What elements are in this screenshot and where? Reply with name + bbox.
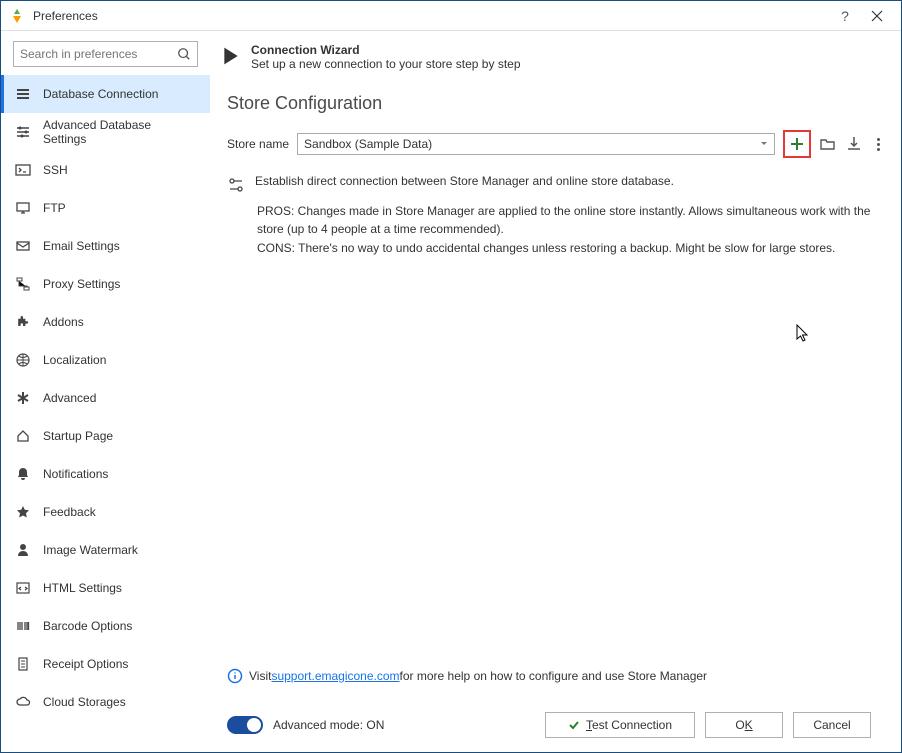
proxy-icon [15, 276, 31, 292]
sliders-icon [15, 124, 31, 140]
app-icon [9, 8, 25, 24]
wizard-title: Connection Wizard [251, 43, 521, 57]
close-button[interactable] [861, 2, 893, 30]
sidebar-item-addons[interactable]: Addons [1, 303, 210, 341]
sidebar-item-email-settings[interactable]: Email Settings [1, 227, 210, 265]
sidebar-item-image-watermark[interactable]: Image Watermark [1, 531, 210, 569]
sidebar-item-label: Addons [43, 315, 84, 329]
globe-icon [15, 352, 31, 368]
chevron-down-icon [760, 140, 768, 148]
sidebar: Database Connection Advanced Database Se… [1, 31, 211, 752]
search-icon [177, 47, 191, 61]
sidebar-item-advanced[interactable]: Advanced [1, 379, 210, 417]
info-icon [227, 668, 243, 684]
cancel-button[interactable]: Cancel [793, 712, 871, 738]
bell-icon [15, 466, 31, 482]
mail-icon [15, 238, 31, 254]
asterisk-icon [15, 390, 31, 406]
sidebar-item-notifications[interactable]: Notifications [1, 455, 210, 493]
help-link[interactable]: support.emagicone.com [271, 669, 399, 683]
sidebar-item-label: Advanced [43, 391, 96, 405]
sidebar-item-label: Advanced Database Settings [43, 118, 196, 146]
connection-wizard-row[interactable]: Connection Wizard Set up a new connectio… [221, 43, 885, 71]
person-icon [15, 542, 31, 558]
barcode-icon [15, 618, 31, 634]
more-options-button[interactable] [871, 138, 885, 151]
play-icon [221, 46, 241, 66]
sidebar-item-label: Receipt Options [43, 657, 128, 671]
advanced-mode-toggle[interactable] [227, 716, 263, 734]
sidebar-item-label: Cloud Storages [43, 695, 126, 709]
search-input[interactable] [20, 47, 177, 61]
footer: Advanced mode: ON Test Connection OK Can… [221, 712, 885, 752]
terminal-icon [15, 162, 31, 178]
sidebar-item-localization[interactable]: Localization [1, 341, 210, 379]
ok-button[interactable]: OK [705, 712, 783, 738]
sidebar-nav: Database Connection Advanced Database Se… [1, 75, 210, 752]
sidebar-item-label: Database Connection [43, 87, 158, 101]
sidebar-item-ftp[interactable]: FTP [1, 189, 210, 227]
sidebar-item-label: Barcode Options [43, 619, 132, 633]
database-icon [15, 86, 31, 102]
sidebar-item-html-settings[interactable]: HTML Settings [1, 569, 210, 607]
sidebar-item-label: HTML Settings [43, 581, 122, 595]
sidebar-item-label: Startup Page [43, 429, 113, 443]
advanced-mode-label: Advanced mode: ON [273, 718, 384, 732]
star-icon [15, 504, 31, 520]
window-title: Preferences [33, 9, 98, 23]
home-icon [15, 428, 31, 444]
store-name-value: Sandbox (Sample Data) [304, 137, 760, 151]
sidebar-item-cloud-storages[interactable]: Cloud Storages [1, 683, 210, 721]
sidebar-item-label: FTP [43, 201, 66, 215]
code-icon [15, 580, 31, 596]
section-title: Store Configuration [227, 93, 885, 114]
sidebar-item-proxy-settings[interactable]: Proxy Settings [1, 265, 210, 303]
sidebar-item-startup-page[interactable]: Startup Page [1, 417, 210, 455]
store-name-label: Store name [227, 137, 289, 151]
sidebar-item-label: Email Settings [43, 239, 120, 253]
download-icon[interactable] [845, 135, 863, 153]
sidebar-item-feedback[interactable]: Feedback [1, 493, 210, 531]
sidebar-item-label: Image Watermark [43, 543, 138, 557]
help-row: Visit support.emagicone.com for more hel… [227, 668, 885, 684]
wizard-subtitle: Set up a new connection to your store st… [251, 57, 521, 71]
sidebar-item-label: Proxy Settings [43, 277, 120, 291]
sidebar-item-label: Notifications [43, 467, 108, 481]
store-name-dropdown[interactable]: Sandbox (Sample Data) [297, 133, 775, 155]
connection-type-icon [227, 176, 245, 194]
sidebar-item-advanced-database-settings[interactable]: Advanced Database Settings [1, 113, 210, 151]
sidebar-item-database-connection[interactable]: Database Connection [1, 75, 210, 113]
title-bar: Preferences ? [1, 1, 901, 31]
puzzle-icon [15, 314, 31, 330]
sidebar-item-label: Feedback [43, 505, 96, 519]
receipt-icon [15, 656, 31, 672]
sidebar-item-label: Localization [43, 353, 106, 367]
monitor-icon [15, 200, 31, 216]
connection-description: Establish direct connection between Stor… [255, 174, 674, 188]
main-panel: Connection Wizard Set up a new connectio… [211, 31, 901, 752]
cloud-icon [15, 694, 31, 710]
pros-cons-text: PROS: Changes made in Store Manager are … [257, 202, 885, 258]
test-connection-button[interactable]: Test Connection [545, 712, 695, 738]
add-store-button[interactable] [783, 130, 811, 158]
help-suffix: for more help on how to configure and us… [400, 669, 708, 683]
help-prefix: Visit [249, 669, 271, 683]
help-button[interactable]: ? [829, 2, 861, 30]
folder-open-icon[interactable] [819, 135, 837, 153]
sidebar-item-receipt-options[interactable]: Receipt Options [1, 645, 210, 683]
sidebar-item-label: SSH [43, 163, 68, 177]
sidebar-item-ssh[interactable]: SSH [1, 151, 210, 189]
sidebar-item-barcode-options[interactable]: Barcode Options [1, 607, 210, 645]
check-icon [568, 719, 580, 731]
search-input-wrap[interactable] [13, 41, 198, 67]
